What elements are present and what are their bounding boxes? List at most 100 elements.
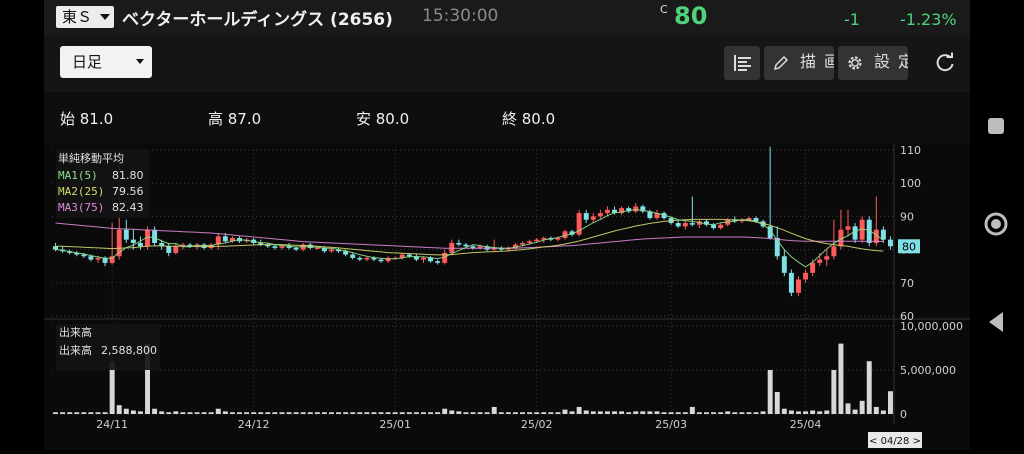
volume-bar bbox=[81, 412, 87, 414]
volume-bar bbox=[767, 370, 773, 414]
draw-button[interactable]: 描画 bbox=[764, 46, 834, 80]
candle-body bbox=[406, 254, 412, 257]
volume-bar bbox=[406, 412, 412, 414]
current-date-text: < 04/28 > bbox=[869, 436, 921, 447]
volume-bar bbox=[293, 412, 299, 414]
candle-body bbox=[831, 246, 837, 257]
volume-bar bbox=[548, 412, 554, 414]
volume-bar bbox=[817, 411, 823, 414]
draw-label: 描画 bbox=[800, 52, 834, 71]
candle-body bbox=[845, 226, 851, 230]
market-select[interactable]: 東Ｓ bbox=[56, 6, 114, 28]
ma3-value: 82.43 bbox=[112, 201, 144, 214]
volume-bar bbox=[258, 412, 264, 414]
candle-body bbox=[852, 226, 858, 240]
candle-body bbox=[293, 247, 299, 250]
volume-bar bbox=[682, 412, 688, 414]
period-select[interactable]: 日足 bbox=[60, 46, 152, 78]
ma1-label: MA1(5) bbox=[58, 169, 98, 182]
market-label: 東Ｓ bbox=[62, 8, 93, 26]
volume-bar bbox=[654, 411, 660, 414]
volume-bar bbox=[555, 412, 561, 414]
volume-bar bbox=[774, 392, 780, 414]
volume-bar bbox=[53, 412, 59, 414]
volume-bar bbox=[470, 412, 476, 414]
volume-bar bbox=[704, 412, 709, 414]
volume-bar bbox=[314, 412, 320, 414]
ma1-value: 81.80 bbox=[112, 169, 144, 182]
period-label: 日足 bbox=[72, 53, 103, 71]
settings-button[interactable]: 設定 bbox=[838, 46, 908, 80]
volume-bar bbox=[845, 403, 851, 414]
volume-bar bbox=[718, 412, 724, 414]
stock-chart[interactable]: 1101009080706010,000,0005,000,000024/112… bbox=[44, 144, 970, 450]
volume-bar bbox=[272, 412, 278, 414]
volume-bar bbox=[102, 412, 108, 414]
volume-bar bbox=[286, 412, 292, 414]
price-tag-text: 80 bbox=[902, 240, 916, 253]
candle-body bbox=[173, 246, 179, 253]
candle-body bbox=[527, 241, 533, 243]
volume-bar bbox=[343, 412, 349, 414]
volume-bar bbox=[576, 406, 582, 414]
volume-bar bbox=[180, 412, 186, 414]
volume-bar bbox=[201, 412, 207, 414]
volume-tick-label: 5,000,000 bbox=[900, 364, 956, 377]
volume-bar bbox=[484, 412, 490, 414]
volume-bar bbox=[491, 406, 497, 414]
volume-bar bbox=[732, 412, 738, 414]
candle-body bbox=[583, 213, 589, 220]
volume-bar bbox=[336, 412, 342, 414]
ma1-line bbox=[55, 209, 884, 268]
volume-bar bbox=[67, 412, 73, 414]
current-date-tag: < 04/28 > bbox=[868, 432, 922, 448]
candle-body bbox=[675, 223, 681, 227]
volume-bar bbox=[583, 410, 589, 414]
volume-bar bbox=[590, 411, 596, 414]
candle-body bbox=[463, 244, 469, 247]
candle-body bbox=[590, 216, 596, 220]
volume-bar bbox=[456, 411, 462, 414]
chart-app: 東Ｓ ベクターホールディングス (2656) 15:30:00 C 80 -1 … bbox=[44, 0, 970, 450]
volume-bar bbox=[222, 411, 228, 414]
candle-body bbox=[781, 256, 787, 273]
chart-toolbar: 日足 描画 設定 bbox=[44, 36, 970, 92]
volume-bar bbox=[640, 411, 646, 414]
quote-header: 東Ｓ ベクターホールディングス (2656) 15:30:00 C 80 -1 … bbox=[44, 0, 970, 36]
candle-body bbox=[152, 229, 158, 243]
volume-bar bbox=[725, 411, 731, 414]
back-icon[interactable] bbox=[989, 312, 1003, 332]
price-tick-label: 90 bbox=[900, 210, 914, 223]
volume-bar bbox=[364, 412, 370, 414]
price-tick-label: 70 bbox=[900, 277, 914, 290]
refresh-icon[interactable] bbox=[934, 52, 956, 74]
candle-body bbox=[817, 259, 823, 263]
volume-bar bbox=[307, 412, 313, 414]
volume-bar bbox=[237, 412, 242, 414]
volume-bar bbox=[675, 412, 681, 414]
volume-bar bbox=[194, 412, 200, 414]
volume-bar bbox=[159, 411, 165, 414]
volume-bar bbox=[321, 412, 327, 414]
volume-bar bbox=[880, 410, 886, 414]
volume-bar bbox=[696, 412, 702, 414]
indicator-list-button[interactable] bbox=[724, 46, 760, 80]
overview-icon[interactable] bbox=[988, 118, 1004, 134]
volume-bar bbox=[251, 412, 257, 414]
price-prefix: C bbox=[660, 3, 668, 16]
volume-bar bbox=[668, 412, 674, 414]
candle-body bbox=[314, 247, 320, 249]
time-tick-label: 25/04 bbox=[790, 418, 822, 431]
candle-body bbox=[272, 246, 278, 248]
candle-body bbox=[718, 224, 724, 229]
pencil-icon bbox=[773, 55, 789, 71]
ohlc-bar: 始 81.0 高 87.0 安 80.0 終 80.0 bbox=[44, 92, 970, 144]
candle-body bbox=[689, 223, 695, 225]
volume-bar bbox=[208, 412, 214, 414]
price-tag: 80 bbox=[898, 239, 920, 254]
candle-body bbox=[597, 213, 603, 217]
candle-body bbox=[222, 236, 228, 242]
volume-bar bbox=[442, 408, 448, 414]
volume-bar bbox=[647, 411, 653, 414]
volume-bar bbox=[137, 411, 143, 414]
